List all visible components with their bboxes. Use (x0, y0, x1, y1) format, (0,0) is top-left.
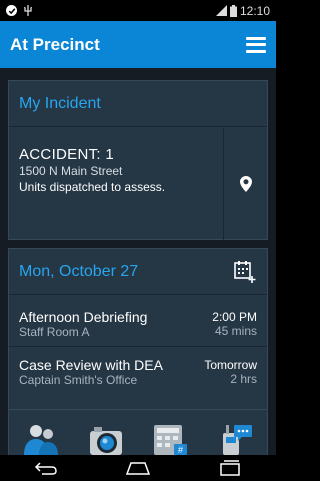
incident-header: My Incident (9, 81, 267, 127)
event-location: Staff Room A (19, 324, 90, 339)
app-title: At Precinct (10, 34, 100, 54)
incident-header-title: My Incident (19, 94, 101, 112)
contacts-button[interactable] (19, 417, 63, 455)
battery-icon (229, 4, 237, 17)
event-location: Captain Smith's Office (19, 373, 138, 387)
keypad-button[interactable]: # (148, 417, 192, 455)
hamburger-menu-icon[interactable] (246, 36, 266, 53)
event-duration: 2 hrs (230, 372, 257, 386)
contacts-icon (24, 425, 59, 455)
radio-message-button[interactable] (213, 417, 257, 455)
incident-status: Units dispatched to assess. (19, 180, 166, 194)
event-item[interactable]: Case Review with DEA Captain Smith's Off… (9, 349, 267, 395)
recents-button[interactable] (208, 457, 252, 479)
radio-message-icon (222, 425, 252, 455)
schedule-date: Mon, October 27 (19, 262, 139, 280)
back-icon (34, 462, 57, 475)
camera-icon (89, 427, 122, 455)
event-duration: 45 mins (214, 323, 257, 338)
map-pin-button[interactable] (223, 128, 267, 240)
clock: 12:10 (239, 3, 270, 18)
event-title: Afternoon Debriefing (19, 308, 148, 325)
usb-debug-icon (23, 5, 33, 16)
camera-button[interactable] (84, 417, 128, 455)
home-icon (125, 462, 151, 475)
status-bar: 12:10 (0, 0, 276, 21)
keypad-icon: # (154, 425, 188, 455)
app-dock: # (8, 409, 268, 455)
back-button[interactable] (24, 457, 68, 479)
app-bar: At Precinct (0, 21, 276, 68)
svg-text:#: # (178, 445, 183, 455)
check-circle-icon (6, 5, 17, 16)
event-title: Case Review with DEA (19, 357, 163, 373)
incident-card: My Incident ACCIDENT: 1 1500 N Main Stre… (8, 80, 268, 240)
incident-details[interactable]: ACCIDENT: 1 1500 N Main Street Units dis… (9, 128, 267, 240)
main-content: My Incident ACCIDENT: 1 1500 N Main Stre… (0, 68, 276, 455)
signal-icon (215, 5, 227, 16)
event-time: 2:00 PM (212, 309, 257, 324)
event-time: Tomorrow (204, 358, 257, 372)
recents-icon (220, 460, 240, 476)
system-nav-bar (0, 455, 276, 481)
incident-title: ACCIDENT: 1 (19, 146, 114, 163)
schedule-header: Mon, October 27 (9, 249, 267, 295)
incident-address: 1500 N Main Street (19, 164, 123, 178)
home-button[interactable] (116, 457, 160, 479)
map-pin-icon (239, 176, 252, 192)
event-item[interactable]: Afternoon Debriefing Staff Room A 2:00 P… (9, 301, 267, 347)
calendar-add-icon[interactable] (233, 260, 257, 284)
